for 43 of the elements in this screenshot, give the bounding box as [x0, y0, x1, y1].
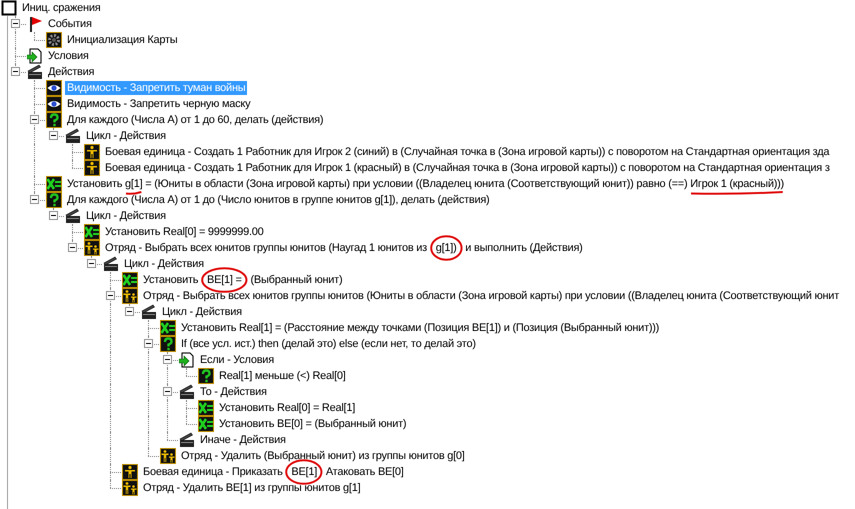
tree-item[interactable]: Установить BE[0] = (Выбранный юнит) — [217, 417, 408, 431]
tree-item[interactable]: Видимость - Запретить черную маску — [65, 97, 252, 111]
collapse-toggle[interactable] — [106, 291, 115, 300]
tree-item[interactable]: Инициализация Карты — [65, 33, 180, 47]
collapse-toggle[interactable] — [144, 339, 153, 348]
tree-item[interactable]: Цикл - Действия — [122, 257, 206, 271]
tree-item[interactable]: Установить Real[1] = (Расстояние между точками (Позиция BE[1]) и (Позиция (Выбранный юнит))) — [179, 321, 662, 335]
tree-item[interactable]: Боевая единица - Создать 1 Работник для Игрок 2 (синий) в (Случайная точка в (Зона игровой карты)) с поворотом на Стандартная ориентация зда — [103, 145, 832, 159]
tree-item[interactable]: Установить Real[0] = 9999999.00 — [103, 225, 266, 239]
tree-item[interactable]: Установить g[1] = (Юниты в области (Зона игровой карты) при условии ((Владелец юнита (Соответствующий юнит)) равно (==) Игрок 1 (красный))) — [65, 177, 786, 191]
tree-item[interactable]: Иначе - Действия — [198, 433, 288, 447]
collapse-toggle[interactable] — [30, 115, 39, 124]
tree-item[interactable]: Для каждого (Числа А) от 1 до (Число юнитов в группе юнитов g[1]), делать (действия) — [65, 193, 492, 207]
collapse-toggle[interactable] — [125, 307, 134, 316]
tree-item[interactable]: Для каждого (Числа А) от 1 до 60, делать (действия) — [65, 113, 326, 127]
tree-item[interactable]: Отряд - Выбрать всех юнитов группы юнитов (Наугад 1 юнитов из g[1]) и выполнить (Действия) — [103, 241, 585, 255]
tree-item[interactable]: Отряд - Удалить (Выбранный юнит) из группы юнитов g[0] — [179, 449, 467, 463]
collapse-toggle[interactable] — [163, 355, 172, 364]
tree-item[interactable]: Условия — [46, 49, 91, 63]
tree-item[interactable]: События — [46, 17, 94, 31]
tree-item[interactable]: Цикл - Действия — [160, 305, 244, 319]
tree-item[interactable]: Цикл - Действия — [84, 129, 168, 143]
collapse-toggle[interactable] — [68, 243, 77, 252]
tree-item[interactable]: Отряд - Выбрать всех юнитов группы юнитов (Юниты в области (Зона игровой карты) при условии ((Владелец юнита (Соответствующий юнит — [141, 289, 841, 303]
tree-item[interactable]: Если - Условия — [198, 353, 276, 367]
tree-item[interactable]: Цикл - Действия — [84, 209, 168, 223]
tree-item[interactable]: Действия — [46, 65, 96, 79]
collapse-toggle[interactable] — [11, 19, 20, 28]
tree-item[interactable]: Иниц. сражения — [20, 1, 102, 15]
tree-item[interactable]: If (все усл. ист.) then (делай это) else (если нет, то делай это) — [179, 337, 478, 351]
collapse-toggle[interactable] — [49, 211, 58, 220]
tree-item[interactable]: Real[1] меньше (<) Real[0] — [217, 369, 348, 383]
collapse-toggle[interactable] — [30, 195, 39, 204]
tree-item[interactable]: То - Действия — [198, 385, 269, 399]
tree-item[interactable]: Отряд - Удалить BE[1] из группы юнитов g[1] — [141, 481, 362, 495]
collapse-toggle[interactable] — [163, 387, 172, 396]
collapse-toggle[interactable] — [87, 259, 96, 268]
tree-item[interactable]: Боевая единица - Создать 1 Работник для Игрок 1 (красный) в (Случайная точка в (Зона игровой карты)) с поворотом на Стандартная ориентация з — [103, 161, 832, 175]
collapse-toggle[interactable] — [11, 67, 20, 76]
tree-item[interactable]: Боевая единица - Приказать BE[1] Атаковать BE[0] — [141, 465, 406, 479]
tree-item[interactable]: Установить BE[1] = (Выбранный юнит) — [141, 273, 344, 287]
collapse-toggle[interactable] — [49, 131, 58, 140]
tree-item[interactable]: Установить Real[0] = Real[1] — [217, 401, 358, 415]
